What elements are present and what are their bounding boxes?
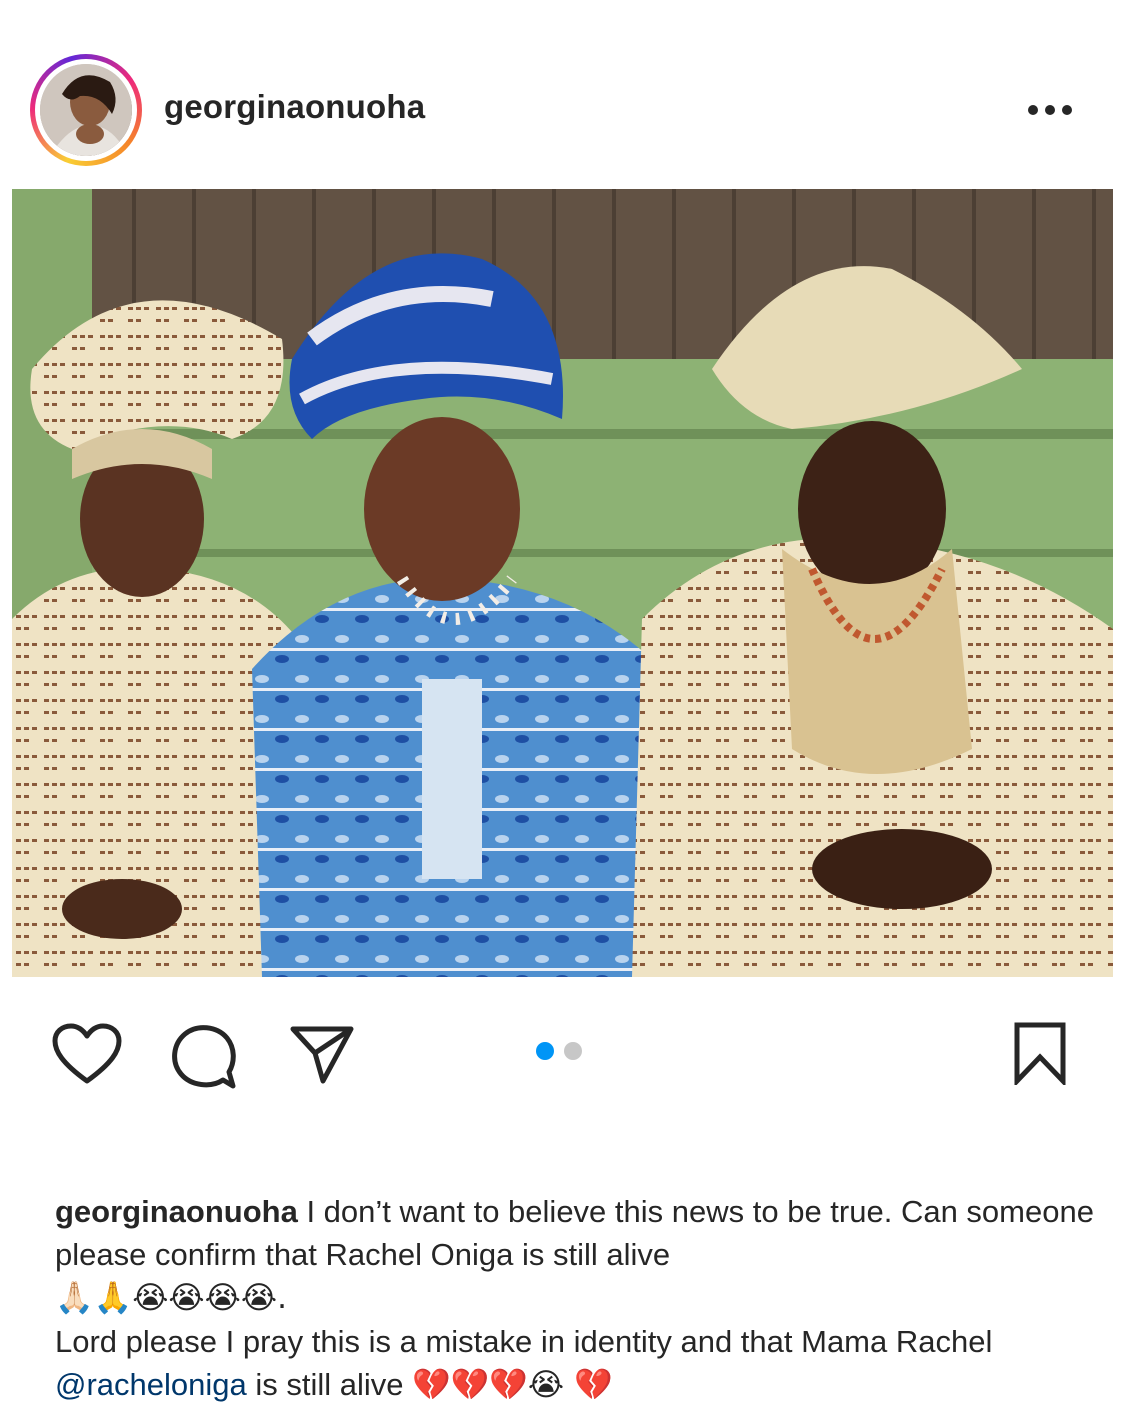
action-bar <box>0 1000 1125 1100</box>
bookmark-icon <box>1014 1022 1066 1085</box>
carousel-indicator <box>536 1042 582 1060</box>
caption-paragraph-2: Lord please I pray this is a mistake in … <box>55 1320 1095 1407</box>
post-header: georginaonuoha <box>0 0 1125 188</box>
caption-text-3: is still alive <box>246 1367 413 1402</box>
more-options-button[interactable] <box>1020 92 1080 128</box>
carousel-dot-1 <box>536 1042 554 1060</box>
heart-icon <box>52 1023 122 1084</box>
caption-paragraph-1: georginaonuoha I don’t want to believe t… <box>55 1190 1095 1320</box>
carousel-dot-2 <box>564 1042 582 1060</box>
post-photo[interactable] <box>12 189 1113 977</box>
share-button[interactable] <box>282 1016 362 1092</box>
more-horizontal-icon <box>1028 105 1072 115</box>
post-username[interactable]: georginaonuoha <box>164 88 425 126</box>
story-ring[interactable] <box>30 54 142 166</box>
caption-emojis-2: 💔💔💔😭 💔 <box>412 1367 613 1403</box>
comment-button[interactable] <box>164 1016 246 1096</box>
caption-text-2: Lord please I pray this is a mistake in … <box>55 1324 993 1359</box>
comment-icon <box>172 1025 236 1089</box>
post-caption: georginaonuoha I don’t want to believe t… <box>55 1190 1095 1407</box>
save-button[interactable] <box>1002 1014 1078 1092</box>
like-button[interactable] <box>44 1016 130 1092</box>
caption-mention[interactable]: @racheloniga <box>55 1367 247 1402</box>
avatar-photo <box>40 64 132 156</box>
caption-username[interactable]: georginaonuoha <box>55 1194 298 1229</box>
paper-plane-icon <box>290 1026 354 1084</box>
caption-emojis-1: 🙏🏻🙏😭😭😭😭. <box>55 1280 287 1316</box>
avatar[interactable] <box>40 64 132 156</box>
post-photo-illustration <box>12 189 1113 977</box>
